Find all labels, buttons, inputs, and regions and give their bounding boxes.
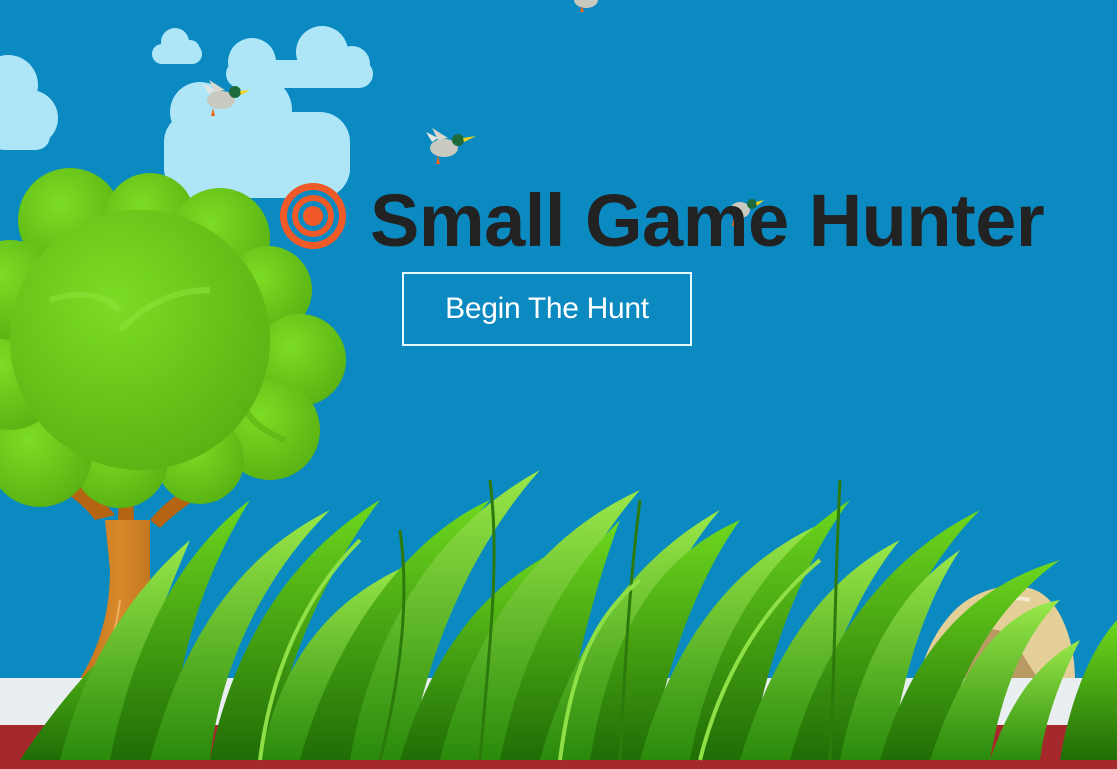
game-scene: [0, 0, 1117, 769]
title-block: Small Game Hunter: [280, 178, 1045, 263]
logo-spacer: [280, 186, 348, 256]
game-title: Small Game Hunter: [370, 179, 1045, 262]
begin-hunt-button[interactable]: Begin The Hunt: [402, 272, 692, 346]
begin-hunt-label: Begin The Hunt: [445, 292, 649, 325]
